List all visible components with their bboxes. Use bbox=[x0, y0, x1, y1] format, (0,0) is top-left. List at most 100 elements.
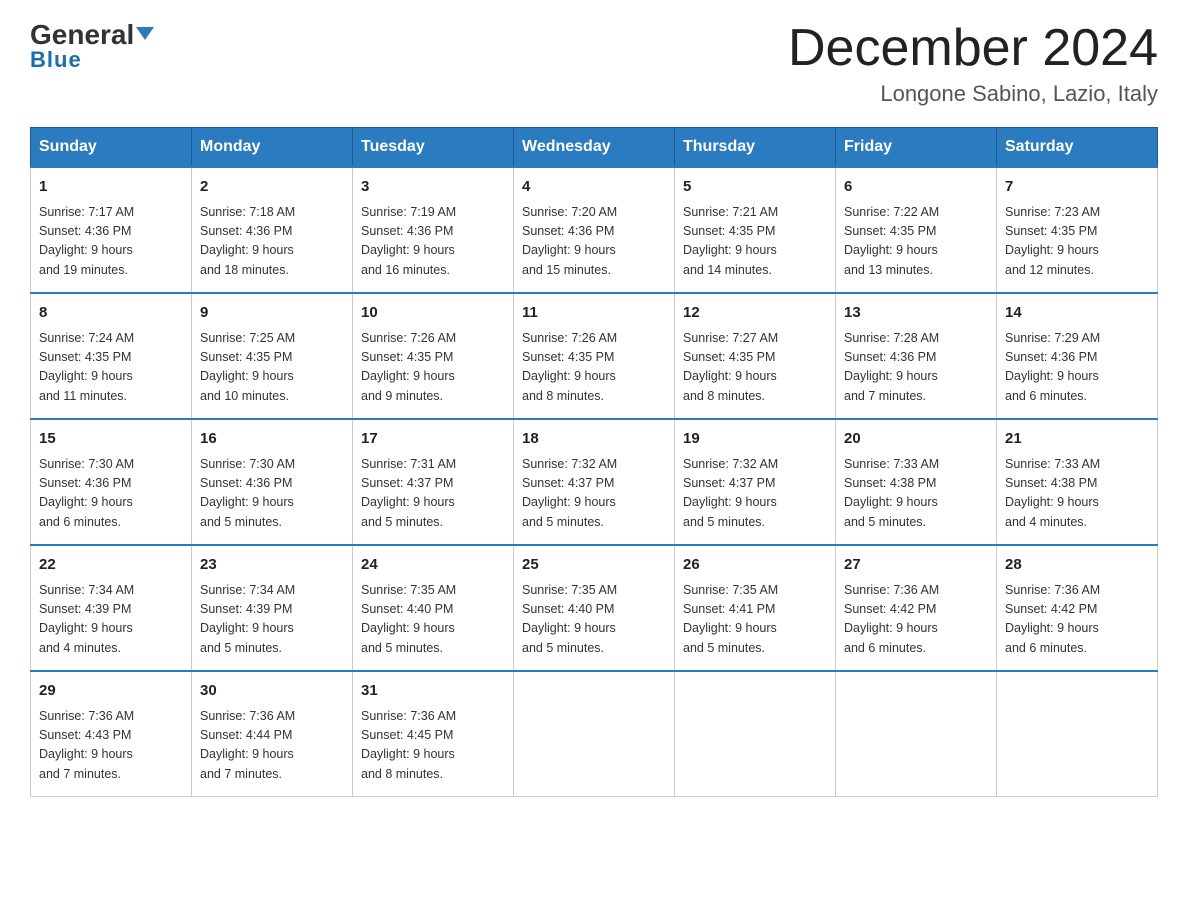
day-info: Sunrise: 7:30 AMSunset: 4:36 PMDaylight:… bbox=[39, 455, 183, 533]
day-info: Sunrise: 7:21 AMSunset: 4:35 PMDaylight:… bbox=[683, 203, 827, 281]
logo-blue: Blue bbox=[30, 47, 82, 73]
day-info: Sunrise: 7:33 AMSunset: 4:38 PMDaylight:… bbox=[1005, 455, 1149, 533]
day-number: 8 bbox=[39, 302, 183, 325]
calendar-cell: 2 Sunrise: 7:18 AMSunset: 4:36 PMDaylight… bbox=[192, 167, 353, 293]
month-title: December 2024 bbox=[788, 20, 1158, 77]
calendar-cell: 4Sunrise: 7:20 AMSunset: 4:36 PMDaylight… bbox=[514, 167, 675, 293]
day-info: Sunrise: 7:34 AMSunset: 4:39 PMDaylight:… bbox=[39, 581, 183, 659]
day-number: 26 bbox=[683, 554, 827, 577]
day-info: Sunrise: 7:36 AMSunset: 4:42 PMDaylight:… bbox=[1005, 581, 1149, 659]
day-info: Sunrise: 7:36 AMSunset: 4:45 PMDaylight:… bbox=[361, 707, 505, 785]
calendar-cell: 16 Sunrise: 7:30 AMSunset: 4:36 PMDayligh… bbox=[192, 419, 353, 545]
calendar-cell: 23Sunrise: 7:34 AMSunset: 4:39 PMDayligh… bbox=[192, 545, 353, 671]
day-number: 23 bbox=[200, 554, 344, 577]
day-info: Sunrise: 7:35 AMSunset: 4:40 PMDaylight:… bbox=[522, 581, 666, 659]
day-info: Sunrise: 7:32 AMSunset: 4:37 PMDaylight:… bbox=[683, 455, 827, 533]
day-number: 15 bbox=[39, 428, 183, 451]
day-number: 30 bbox=[200, 680, 344, 703]
calendar-cell: 24 Sunrise: 7:35 AMSunset: 4:40 PMDayligh… bbox=[353, 545, 514, 671]
calendar-cell: 10Sunrise: 7:26 AMSunset: 4:35 PMDayligh… bbox=[353, 293, 514, 419]
column-header-tuesday: Tuesday bbox=[353, 128, 514, 168]
day-number: 31 bbox=[361, 680, 505, 703]
day-info: Sunrise: 7:36 AMSunset: 4:43 PMDaylight:… bbox=[39, 707, 183, 785]
calendar-cell: 22Sunrise: 7:34 AMSunset: 4:39 PMDayligh… bbox=[31, 545, 192, 671]
calendar-cell: 20 Sunrise: 7:33 AMSunset: 4:38 PMDayligh… bbox=[836, 419, 997, 545]
day-number: 14 bbox=[1005, 302, 1149, 325]
day-number: 25 bbox=[522, 554, 666, 577]
day-info: Sunrise: 7:35 AMSunset: 4:40 PMDaylight:… bbox=[361, 581, 505, 659]
week-row-4: 22Sunrise: 7:34 AMSunset: 4:39 PMDayligh… bbox=[31, 545, 1158, 671]
day-info: Sunrise: 7:28 AMSunset: 4:36 PMDaylight:… bbox=[844, 329, 988, 407]
day-info: Sunrise: 7:24 AMSunset: 4:35 PMDaylight:… bbox=[39, 329, 183, 407]
day-number: 29 bbox=[39, 680, 183, 703]
column-header-monday: Monday bbox=[192, 128, 353, 168]
column-header-friday: Friday bbox=[836, 128, 997, 168]
day-number: 27 bbox=[844, 554, 988, 577]
calendar-cell: 9 Sunrise: 7:25 AMSunset: 4:35 PMDaylight… bbox=[192, 293, 353, 419]
column-header-sunday: Sunday bbox=[31, 128, 192, 168]
day-number: 12 bbox=[683, 302, 827, 325]
calendar-cell: 7 Sunrise: 7:23 AMSunset: 4:35 PMDaylight… bbox=[997, 167, 1158, 293]
day-info: Sunrise: 7:33 AMSunset: 4:38 PMDaylight:… bbox=[844, 455, 988, 533]
day-number: 19 bbox=[683, 428, 827, 451]
week-row-5: 29 Sunrise: 7:36 AMSunset: 4:43 PMDayligh… bbox=[31, 671, 1158, 797]
column-header-wednesday: Wednesday bbox=[514, 128, 675, 168]
calendar-cell bbox=[836, 671, 997, 797]
calendar-cell: 18 Sunrise: 7:32 AMSunset: 4:37 PMDayligh… bbox=[514, 419, 675, 545]
calendar-cell: 6Sunrise: 7:22 AMSunset: 4:35 PMDaylight… bbox=[836, 167, 997, 293]
day-number: 9 bbox=[200, 302, 344, 325]
calendar-cell bbox=[997, 671, 1158, 797]
calendar-cell bbox=[514, 671, 675, 797]
calendar-cell: 5Sunrise: 7:21 AMSunset: 4:35 PMDaylight… bbox=[675, 167, 836, 293]
title-section: December 2024 Longone Sabino, Lazio, Ita… bbox=[788, 20, 1158, 107]
calendar-cell: 14 Sunrise: 7:29 AMSunset: 4:36 PMDayligh… bbox=[997, 293, 1158, 419]
day-info: Sunrise: 7:29 AMSunset: 4:36 PMDaylight:… bbox=[1005, 329, 1149, 407]
day-number: 4 bbox=[522, 176, 666, 199]
day-number: 10 bbox=[361, 302, 505, 325]
day-info: Sunrise: 7:36 AMSunset: 4:44 PMDaylight:… bbox=[200, 707, 344, 785]
day-number: 1 bbox=[39, 176, 183, 199]
day-info: Sunrise: 7:32 AMSunset: 4:37 PMDaylight:… bbox=[522, 455, 666, 533]
calendar-cell: 30 Sunrise: 7:36 AMSunset: 4:44 PMDayligh… bbox=[192, 671, 353, 797]
calendar-cell: 17 Sunrise: 7:31 AMSunset: 4:37 PMDayligh… bbox=[353, 419, 514, 545]
calendar-table: SundayMondayTuesdayWednesdayThursdayFrid… bbox=[30, 127, 1158, 797]
week-row-2: 8 Sunrise: 7:24 AMSunset: 4:35 PMDaylight… bbox=[31, 293, 1158, 419]
day-number: 24 bbox=[361, 554, 505, 577]
calendar-cell: 29 Sunrise: 7:36 AMSunset: 4:43 PMDayligh… bbox=[31, 671, 192, 797]
day-info: Sunrise: 7:31 AMSunset: 4:37 PMDaylight:… bbox=[361, 455, 505, 533]
week-row-1: 1Sunrise: 7:17 AMSunset: 4:36 PMDaylight… bbox=[31, 167, 1158, 293]
page-header: General Blue December 2024 Longone Sabin… bbox=[30, 20, 1158, 107]
day-info: Sunrise: 7:18 AMSunset: 4:36 PMDaylight:… bbox=[200, 203, 344, 281]
day-number: 16 bbox=[200, 428, 344, 451]
day-number: 18 bbox=[522, 428, 666, 451]
calendar-cell: 12Sunrise: 7:27 AMSunset: 4:35 PMDayligh… bbox=[675, 293, 836, 419]
day-info: Sunrise: 7:23 AMSunset: 4:35 PMDaylight:… bbox=[1005, 203, 1149, 281]
day-number: 20 bbox=[844, 428, 988, 451]
day-number: 2 bbox=[200, 176, 344, 199]
day-info: Sunrise: 7:35 AMSunset: 4:41 PMDaylight:… bbox=[683, 581, 827, 659]
calendar-cell: 31 Sunrise: 7:36 AMSunset: 4:45 PMDayligh… bbox=[353, 671, 514, 797]
day-info: Sunrise: 7:19 AMSunset: 4:36 PMDaylight:… bbox=[361, 203, 505, 281]
day-number: 17 bbox=[361, 428, 505, 451]
calendar-cell: 28 Sunrise: 7:36 AMSunset: 4:42 PMDayligh… bbox=[997, 545, 1158, 671]
calendar-cell: 25 Sunrise: 7:35 AMSunset: 4:40 PMDayligh… bbox=[514, 545, 675, 671]
calendar-cell: 27 Sunrise: 7:36 AMSunset: 4:42 PMDayligh… bbox=[836, 545, 997, 671]
calendar-cell: 13Sunrise: 7:28 AMSunset: 4:36 PMDayligh… bbox=[836, 293, 997, 419]
calendar-cell: 15 Sunrise: 7:30 AMSunset: 4:36 PMDayligh… bbox=[31, 419, 192, 545]
calendar-cell bbox=[675, 671, 836, 797]
day-number: 21 bbox=[1005, 428, 1149, 451]
day-info: Sunrise: 7:30 AMSunset: 4:36 PMDaylight:… bbox=[200, 455, 344, 533]
calendar-cell: 3Sunrise: 7:19 AMSunset: 4:36 PMDaylight… bbox=[353, 167, 514, 293]
day-info: Sunrise: 7:26 AMSunset: 4:35 PMDaylight:… bbox=[522, 329, 666, 407]
logo: General Blue bbox=[30, 20, 154, 73]
day-info: Sunrise: 7:36 AMSunset: 4:42 PMDaylight:… bbox=[844, 581, 988, 659]
column-header-saturday: Saturday bbox=[997, 128, 1158, 168]
calendar-cell: 21 Sunrise: 7:33 AMSunset: 4:38 PMDayligh… bbox=[997, 419, 1158, 545]
day-number: 7 bbox=[1005, 176, 1149, 199]
day-number: 28 bbox=[1005, 554, 1149, 577]
day-number: 6 bbox=[844, 176, 988, 199]
calendar-cell: 26 Sunrise: 7:35 AMSunset: 4:41 PMDayligh… bbox=[675, 545, 836, 671]
week-row-3: 15 Sunrise: 7:30 AMSunset: 4:36 PMDayligh… bbox=[31, 419, 1158, 545]
day-info: Sunrise: 7:25 AMSunset: 4:35 PMDaylight:… bbox=[200, 329, 344, 407]
calendar-cell: 11Sunrise: 7:26 AMSunset: 4:35 PMDayligh… bbox=[514, 293, 675, 419]
